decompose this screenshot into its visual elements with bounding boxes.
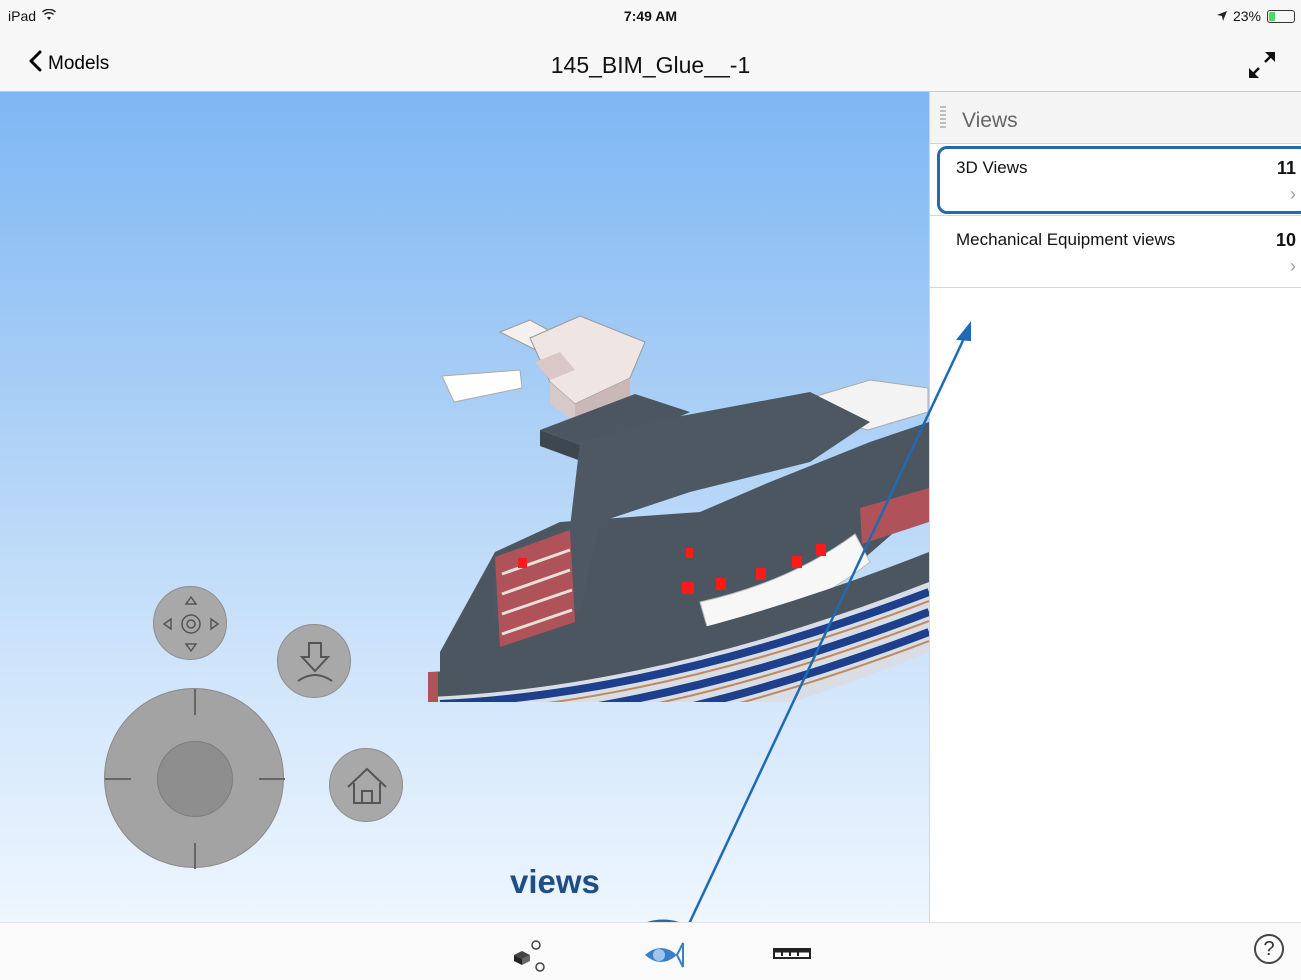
location-arrow-icon (1216, 8, 1227, 24)
chevron-right-icon: › (1290, 256, 1296, 276)
battery-icon (1267, 9, 1295, 23)
pan-arrows-icon (162, 595, 220, 653)
joystick-knob[interactable] (157, 741, 233, 817)
end-column (428, 672, 438, 702)
battery-fill (1269, 11, 1275, 21)
views-callout-label: views (510, 863, 600, 900)
status-time: 7:49 AM (623, 8, 678, 24)
orbit-joystick[interactable] (104, 688, 285, 869)
nav-bar: Models 145_BIM_Glue__-1 (0, 34, 1301, 92)
battery-percent: 23% (1232, 8, 1261, 24)
expand-icon[interactable] (1245, 48, 1279, 82)
pan-control[interactable] (153, 586, 227, 660)
model-tree-icon[interactable] (506, 931, 550, 975)
views-panel-header: Views (930, 92, 1301, 144)
highlight-box (937, 146, 1301, 214)
drag-handle-icon[interactable] (940, 106, 946, 128)
move-down-control[interactable] (277, 624, 351, 698)
arrow-down-icon (297, 642, 333, 682)
help-button[interactable]: ? (1254, 934, 1284, 964)
status-right: 23% (1216, 8, 1295, 24)
views-eye-icon[interactable] (641, 931, 685, 975)
views-panel: Views 3D Views 11 › Mechanical Equipment… (929, 92, 1301, 922)
status-bar: iPad 7:49 AM 23% (0, 0, 1301, 34)
page-title: 145_BIM_Glue__-1 (550, 52, 751, 78)
building-model (428, 315, 929, 702)
model-viewport[interactable] (0, 92, 929, 922)
bottom-toolbar (0, 922, 1301, 980)
home-icon (347, 767, 387, 804)
canopy-left (441, 369, 523, 403)
view-row-count: 10 (1275, 230, 1296, 250)
measure-ruler-icon[interactable] (770, 931, 814, 975)
view-row-name: Mechanical Equipment views (956, 230, 1176, 249)
views-panel-title: Views (962, 109, 1018, 132)
view-row-mechanical-equipment[interactable]: Mechanical Equipment views 10 › (930, 217, 1301, 288)
home-view-button[interactable] (329, 748, 403, 822)
